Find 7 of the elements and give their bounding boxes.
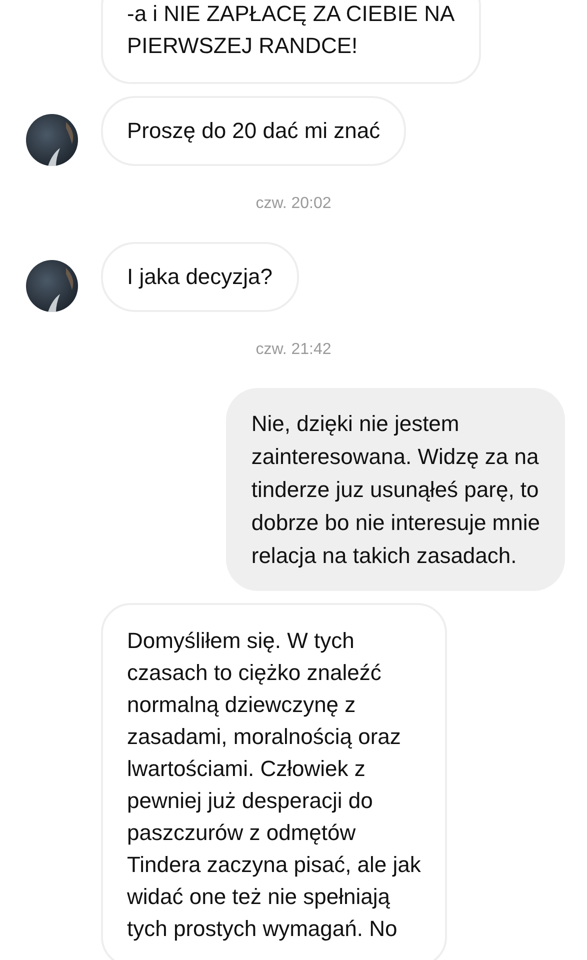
received-message: I jaka decyzja? xyxy=(101,242,299,312)
timestamp: czw. 21:42 xyxy=(256,340,332,360)
sent-message: Nie, dzięki nie jestem zainteresowana. Widzę za na tinderze juz usunąłeś parę, to dobrze bo nie interesuje mnie relacja na takich zasadach. xyxy=(226,388,565,591)
received-message: Proszę do 20 dać mi znać xyxy=(101,96,406,166)
received-message: -a i NIE ZAPŁACĘ ZA CIEBIE NA PIERWSZEJ RANDCE! xyxy=(101,0,481,84)
timestamp: czw. 20:02 xyxy=(256,194,332,214)
received-message: Domyśliłem się. W tych czasach to ciężko znaleźć normalną dziewczynę z zasadami, moralnością oraz lwartościami. Człowiek z pewniej już desperacji do paszczurów z odmętów Tindera zaczyna pisać, ale jak widać one też nie spełniają tych prostych wymagań. No xyxy=(101,603,447,960)
